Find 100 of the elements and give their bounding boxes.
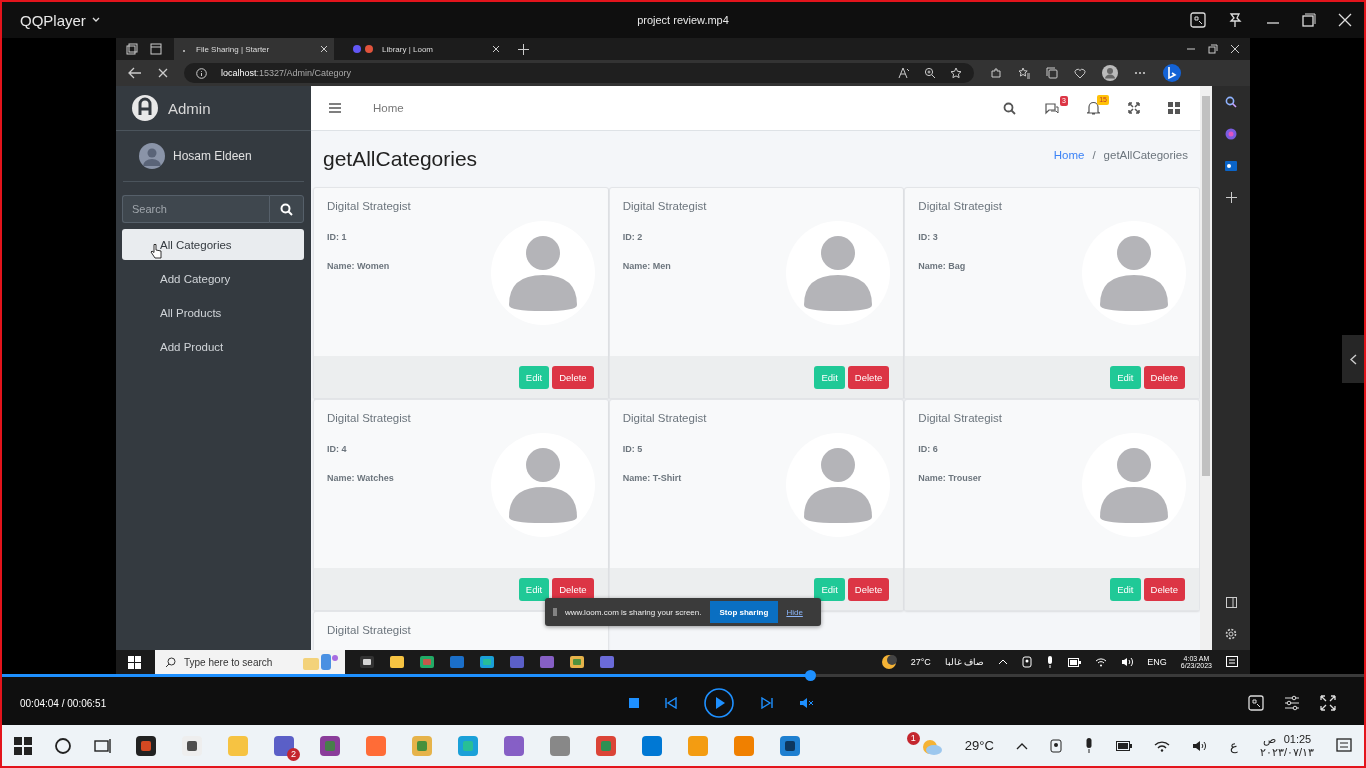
- info-icon[interactable]: [196, 67, 207, 79]
- search-icon[interactable]: [1003, 101, 1016, 115]
- address-bar[interactable]: localhost:15327/Admin/Category: [184, 63, 974, 83]
- clock-period[interactable]: ص: [1262, 732, 1276, 746]
- notification-badge: 1: [906, 731, 920, 745]
- stop-sharing-button[interactable]: Stop sharing: [709, 601, 779, 623]
- person-placeholder-icon: [786, 433, 891, 537]
- new-tab-icon[interactable]: [518, 43, 529, 55]
- zoom-icon[interactable]: [924, 67, 936, 79]
- stop-loading-icon[interactable]: [158, 68, 168, 78]
- home-link[interactable]: Home: [373, 102, 404, 114]
- delete-button[interactable]: Delete: [552, 365, 594, 389]
- close-icon[interactable]: [1338, 13, 1352, 27]
- side-panel-handle[interactable]: [1342, 335, 1364, 383]
- search-icon[interactable]: [1225, 96, 1237, 108]
- heart-pulse-icon[interactable]: [1074, 67, 1086, 79]
- fullscreen-icon[interactable]: [1128, 102, 1140, 114]
- wifi-icon[interactable]: [1095, 657, 1108, 667]
- hide-link[interactable]: Hide: [786, 607, 803, 617]
- temperature[interactable]: 27°C: [910, 657, 931, 667]
- workspaces-icon[interactable]: [126, 43, 138, 55]
- star-icon[interactable]: [950, 67, 962, 79]
- back-icon[interactable]: [128, 67, 142, 79]
- profile-icon[interactable]: [1102, 65, 1118, 81]
- language-indicator[interactable]: ENG: [1147, 657, 1167, 667]
- card-title: Digital Strategist: [326, 411, 412, 424]
- nav-item[interactable]: Add Category: [122, 263, 304, 294]
- settings-sliders-icon[interactable]: [1284, 695, 1300, 711]
- favorites-icon[interactable]: [1018, 67, 1030, 79]
- windows-start-icon[interactable]: [128, 655, 141, 669]
- weather-text[interactable]: صاف غالبا: [944, 657, 985, 667]
- close-icon[interactable]: [320, 45, 328, 53]
- delete-button[interactable]: Delete: [1143, 577, 1185, 601]
- person-placeholder-icon: [1082, 221, 1186, 325]
- settings-icon[interactable]: [1225, 628, 1237, 640]
- delete-button[interactable]: Delete: [847, 577, 890, 601]
- bell-icon[interactable]: [1087, 101, 1100, 115]
- read-aloud-icon[interactable]: [898, 67, 910, 79]
- collections-icon[interactable]: [1046, 67, 1058, 79]
- play-icon[interactable]: [703, 687, 736, 719]
- mute-icon[interactable]: [799, 697, 816, 709]
- browser-tab[interactable]: File Sharing | Starter: [174, 38, 334, 60]
- temperature[interactable]: 29°C: [964, 738, 994, 753]
- nav-item[interactable]: All Products: [122, 297, 304, 328]
- close-icon[interactable]: [1230, 44, 1240, 54]
- category-name: Name: Women: [327, 261, 390, 271]
- more-icon[interactable]: [1134, 71, 1146, 75]
- brand-name[interactable]: Admin: [168, 99, 211, 117]
- camera-icon[interactable]: [1049, 738, 1062, 753]
- scrollbar[interactable]: [1200, 86, 1212, 650]
- microphone-icon[interactable]: [1083, 737, 1094, 754]
- notification-icon[interactable]: [1226, 656, 1238, 668]
- bing-icon[interactable]: [1162, 63, 1182, 83]
- logo-icon: [132, 95, 158, 121]
- clock-time[interactable]: 01:25: [1283, 732, 1312, 746]
- language-indicator[interactable]: ع: [1229, 738, 1238, 753]
- delete-button[interactable]: Delete: [1143, 365, 1185, 389]
- category-name: Name: Watches: [327, 473, 394, 483]
- speaker-icon[interactable]: [1191, 739, 1208, 752]
- task-view-icon[interactable]: [359, 654, 375, 670]
- search-button[interactable]: [269, 195, 304, 223]
- task-view-icon[interactable]: [94, 736, 112, 755]
- chevron-down-icon[interactable]: [91, 17, 100, 23]
- search-field[interactable]: Search: [122, 195, 269, 223]
- drag-handle-icon[interactable]: [553, 608, 557, 616]
- stop-icon[interactable]: [629, 698, 640, 708]
- speaker-icon[interactable]: [1121, 657, 1134, 667]
- grid-icon[interactable]: [1168, 102, 1180, 114]
- next-icon[interactable]: [761, 697, 774, 709]
- nav-item[interactable]: Add Product: [122, 331, 304, 362]
- outlook-icon[interactable]: [1225, 160, 1237, 172]
- app-name[interactable]: QQPlayer: [20, 11, 86, 29]
- pin-icon[interactable]: [1228, 12, 1244, 28]
- delete-button[interactable]: Delete: [847, 365, 890, 389]
- breadcrumb-item[interactable]: Home: [1053, 149, 1085, 161]
- screenshot-icon[interactable]: [1248, 695, 1264, 711]
- copilot-icon[interactable]: [1225, 128, 1237, 140]
- tab-actions-icon[interactable]: [150, 43, 162, 55]
- windows-start-icon[interactable]: [14, 736, 32, 755]
- close-icon[interactable]: [492, 45, 500, 53]
- restore-icon[interactable]: [1208, 44, 1218, 54]
- card-title: Digital Strategist: [326, 199, 412, 212]
- previous-icon[interactable]: [665, 697, 678, 709]
- chevron-up-icon[interactable]: [1015, 741, 1028, 750]
- microphone-icon[interactable]: [1046, 656, 1055, 668]
- nav-item[interactable]: All Categories: [122, 229, 304, 260]
- delete-button[interactable]: Delete: [552, 577, 594, 601]
- battery-icon[interactable]: [1068, 657, 1082, 667]
- browser-tab[interactable]: Library | Loom: [346, 38, 506, 60]
- clock-date[interactable]: ٢٠٢٣/٠٧/١٣: [1259, 745, 1314, 759]
- battery-icon[interactable]: [1115, 740, 1132, 751]
- add-icon[interactable]: [1225, 192, 1237, 203]
- user-name[interactable]: Hosam Eldeen: [173, 149, 252, 163]
- menu-icon[interactable]: [329, 103, 341, 113]
- sidebar-toggle-icon[interactable]: [1225, 597, 1237, 608]
- search-icon[interactable]: [54, 736, 72, 755]
- maximize-icon[interactable]: [1302, 13, 1316, 27]
- screenshot-icon[interactable]: [1190, 12, 1206, 28]
- wifi-icon[interactable]: [1153, 739, 1170, 752]
- chat-icon[interactable]: [1044, 101, 1059, 115]
